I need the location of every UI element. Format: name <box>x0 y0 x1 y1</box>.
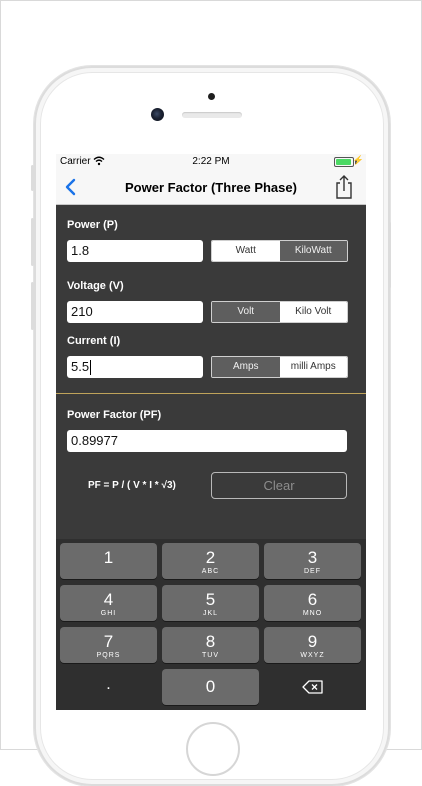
unit-kilo-volt[interactable]: Kilo Volt <box>279 302 347 322</box>
unit-watt[interactable]: Watt <box>212 241 280 261</box>
status-bar: Carrier 2:22 PM ⚡ <box>56 154 366 170</box>
app-screen: Carrier 2:22 PM ⚡ Power Factor (Three Ph… <box>56 154 366 710</box>
power-factor-label: Power Factor (PF) <box>67 409 162 421</box>
key-decimal[interactable]: . <box>60 669 157 705</box>
status-time: 2:22 PM <box>192 156 230 167</box>
unit-kilowatt[interactable]: KiloWatt <box>279 241 347 261</box>
current-value: 5.5 <box>71 359 90 374</box>
formula-text: PF = P / ( V * I * √3) <box>88 480 176 491</box>
key-9[interactable]: 9 WXYZ <box>264 627 361 663</box>
power-button <box>388 222 391 288</box>
voltage-input[interactable]: 210 <box>67 301 203 323</box>
share-icon[interactable] <box>334 174 354 200</box>
navigation-bar: Power Factor (Three Phase) <box>56 170 366 205</box>
volume-down-button <box>31 282 34 330</box>
unit-milli-amps[interactable]: milli Amps <box>279 357 347 377</box>
voltage-unit-selector[interactable]: Volt Kilo Volt <box>211 301 348 323</box>
key-4[interactable]: 4 GHI <box>60 585 157 621</box>
current-unit-selector[interactable]: Amps milli Amps <box>211 356 348 378</box>
proximity-sensor <box>208 93 215 100</box>
power-input[interactable]: 1.8 <box>67 240 203 262</box>
key-6[interactable]: 6 MNO <box>264 585 361 621</box>
current-input[interactable]: 5.5 <box>67 356 203 378</box>
front-camera <box>151 108 164 121</box>
unit-volt[interactable]: Volt <box>212 302 280 322</box>
text-cursor <box>90 360 92 376</box>
mute-switch <box>31 165 34 191</box>
numeric-keypad: 1 2 ABC 3 DEF 4 GHI 5 JKL 6 MNO 7 PQRS 8 <box>56 539 366 710</box>
key-0[interactable]: 0 <box>162 669 259 705</box>
key-5[interactable]: 5 JKL <box>162 585 259 621</box>
power-label: Power (P) <box>67 219 118 231</box>
key-backspace[interactable] <box>264 669 361 705</box>
home-button <box>186 722 240 776</box>
battery-icon <box>334 157 354 167</box>
key-2[interactable]: 2 ABC <box>162 543 259 579</box>
power-factor-output: 0.89977 <box>67 430 347 452</box>
key-7[interactable]: 7 PQRS <box>60 627 157 663</box>
current-label: Current (I) <box>67 335 121 347</box>
section-divider <box>56 393 366 394</box>
volume-up-button <box>31 218 34 266</box>
key-8[interactable]: 8 TUV <box>162 627 259 663</box>
voltage-label: Voltage (V) <box>67 280 124 292</box>
unit-amps[interactable]: Amps <box>212 357 280 377</box>
page-title: Power Factor (Three Phase) <box>125 180 297 195</box>
charging-bolt-icon: ⚡ <box>352 155 364 165</box>
earpiece-speaker <box>182 112 242 118</box>
key-3[interactable]: 3 DEF <box>264 543 361 579</box>
backspace-icon <box>301 680 323 694</box>
key-1[interactable]: 1 <box>60 543 157 579</box>
power-unit-selector[interactable]: Watt KiloWatt <box>211 240 348 262</box>
clear-button[interactable]: Clear <box>211 472 347 499</box>
